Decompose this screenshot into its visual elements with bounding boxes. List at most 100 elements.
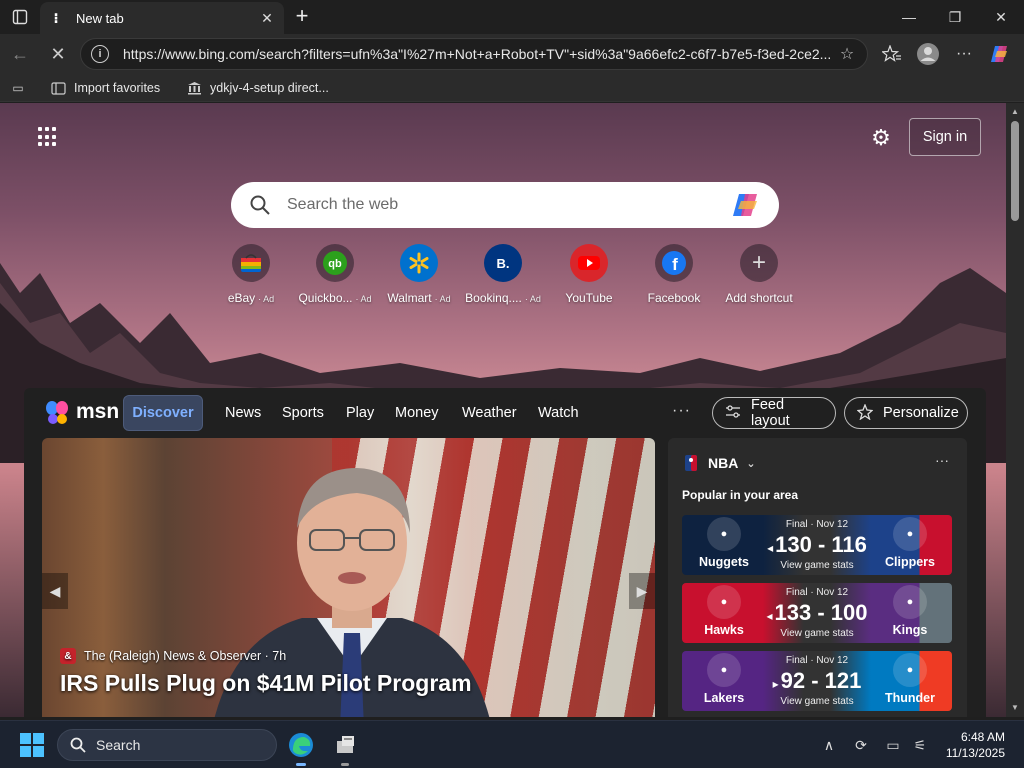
article-source-text: The (Raleigh) News & Observer · 7h bbox=[84, 649, 287, 663]
shortcut-booking[interactable]: B. Bookinq.... · Ad bbox=[460, 244, 546, 305]
search-icon bbox=[250, 195, 270, 215]
away-team[interactable]: ● Clippers bbox=[868, 515, 952, 575]
booking-icon: B. bbox=[484, 244, 522, 282]
site-info-icon[interactable]: i bbox=[91, 45, 109, 63]
tab-actions-icon bbox=[12, 9, 28, 25]
nba-logo-icon bbox=[685, 455, 697, 471]
taskbar-edge[interactable] bbox=[285, 729, 317, 761]
page-scrollbar[interactable]: ▲ ▼ bbox=[1006, 103, 1024, 717]
view-game-stats-link[interactable]: View game stats bbox=[780, 696, 853, 707]
new-tab-button[interactable]: + bbox=[290, 3, 314, 28]
tab-sports[interactable]: Sports bbox=[282, 405, 324, 421]
msn-feed: msn Discover News Sports Play Money Weat… bbox=[24, 388, 986, 717]
game-row[interactable]: ● Hawks Final · Nov 12 ◂133 - 100 View game … bbox=[682, 583, 952, 643]
tab-new-tab[interactable]: ⁝ New tab ✕ bbox=[40, 2, 284, 34]
restore-button[interactable]: ❐ bbox=[932, 0, 978, 34]
article-source[interactable]: & The (Raleigh) News & Observer · 7h bbox=[60, 648, 286, 664]
navigation-bar: ← ✕ i https://www.bing.com/search?filter… bbox=[0, 34, 1024, 74]
setup-direct-link[interactable]: ydkjv-4-setup direct... bbox=[186, 78, 329, 98]
scrollbar-thumb[interactable] bbox=[1011, 121, 1019, 221]
tab-news[interactable]: News bbox=[225, 405, 261, 421]
game-row[interactable]: ● Lakers Final · Nov 12 ▸92 - 121 View game … bbox=[682, 651, 952, 711]
view-game-stats-link[interactable]: View game stats bbox=[780, 628, 853, 639]
import-favorites-label: Import favorites bbox=[74, 81, 161, 95]
ad-badge: · Ad bbox=[258, 294, 275, 304]
home-team[interactable]: ● Lakers bbox=[682, 651, 766, 711]
page-settings-gear-icon[interactable]: ⚙ bbox=[868, 125, 894, 151]
running-app-indicator bbox=[341, 763, 349, 766]
add-shortcut-button[interactable]: + Add shortcut bbox=[716, 244, 802, 305]
close-tab-icon[interactable]: ✕ bbox=[258, 9, 276, 27]
view-game-stats-link[interactable]: View game stats bbox=[780, 560, 853, 571]
nba-league-selector[interactable]: NBA ⌄ bbox=[684, 454, 756, 472]
sync-icon[interactable]: ⟳ bbox=[850, 733, 872, 757]
taskbar-installer[interactable] bbox=[330, 729, 362, 761]
scroll-up-icon[interactable]: ▲ bbox=[1010, 107, 1020, 117]
address-bar[interactable]: i https://www.bing.com/search?filters=uf… bbox=[80, 38, 868, 70]
tab-actions-button[interactable] bbox=[8, 6, 32, 28]
favorites-bar: ▭ Import favorites ydkjv-4-setup direct.… bbox=[0, 74, 1024, 102]
facebook-icon: f bbox=[655, 244, 693, 282]
away-team[interactable]: ● Thunder bbox=[868, 651, 952, 711]
settings-more-button[interactable]: ··· bbox=[950, 40, 978, 68]
close-window-button[interactable]: ✕ bbox=[978, 0, 1024, 34]
active-app-indicator bbox=[296, 763, 306, 766]
url-text[interactable]: https://www.bing.com/search?filters=ufn%… bbox=[123, 46, 837, 62]
game-score-block[interactable]: Final · Nov 12 ◂133 - 100 View game stats bbox=[766, 583, 868, 643]
taskbar-search[interactable]: Search bbox=[57, 729, 277, 761]
reading-mode-toggle[interactable]: ▭ bbox=[10, 78, 34, 98]
network-icon[interactable]: ⚟ bbox=[910, 733, 930, 757]
ad-badge: · Ad bbox=[355, 294, 372, 304]
more-tabs-button[interactable]: ··· bbox=[672, 402, 691, 420]
shortcut-label: Facebook bbox=[647, 291, 701, 305]
start-button[interactable] bbox=[20, 733, 44, 757]
personalize-button[interactable]: Personalize bbox=[844, 397, 968, 429]
copilot-button[interactable] bbox=[986, 40, 1014, 68]
display-icon[interactable]: ▭ bbox=[882, 733, 904, 757]
minimize-button[interactable]: — bbox=[886, 0, 932, 34]
game-status: Final · Nov 12 bbox=[785, 587, 849, 598]
feed-layout-button[interactable]: Feed layout bbox=[712, 397, 836, 429]
tab-watch[interactable]: Watch bbox=[538, 405, 579, 421]
scroll-down-icon[interactable]: ▼ bbox=[1010, 703, 1020, 713]
apps-launcher-icon[interactable] bbox=[38, 127, 58, 147]
sign-in-button[interactable]: Sign in bbox=[909, 118, 981, 156]
game-score-block[interactable]: Final · Nov 12 ▸92 - 121 View game stats bbox=[766, 651, 868, 711]
away-team[interactable]: ● Kings bbox=[868, 583, 952, 643]
copilot-search-icon[interactable] bbox=[731, 190, 761, 220]
nba-more-options-button[interactable]: ··· bbox=[935, 452, 949, 468]
shortcut-ebay[interactable]: eBay · Ad bbox=[208, 244, 294, 305]
show-hidden-icons-button[interactable]: ∧ bbox=[820, 733, 838, 757]
shortcut-facebook[interactable]: f Facebook bbox=[631, 244, 717, 305]
tab-money[interactable]: Money bbox=[395, 405, 439, 421]
system-clock[interactable]: 6:48 AM 11/13/2025 bbox=[935, 729, 1005, 761]
favorite-star-icon[interactable]: ☆ bbox=[837, 44, 857, 64]
home-team[interactable]: ● Hawks bbox=[682, 583, 766, 643]
tab-play[interactable]: Play bbox=[346, 405, 374, 421]
msn-logo[interactable]: msn bbox=[44, 398, 119, 426]
game-status: Final · Nov 12 bbox=[785, 519, 849, 530]
shortcut-quickbooks[interactable]: qb Quickbo... · Ad bbox=[292, 244, 378, 305]
game-score: 130 - 116 bbox=[775, 532, 867, 557]
windows-taskbar: Search ∧ ⟳ ▭ ⚟ 6:48 AM 11/13/2025 bbox=[0, 720, 1024, 768]
hero-article[interactable]: ◀ ▶ & The (Raleigh) News & Observer · 7h… bbox=[42, 438, 655, 717]
favorites-button[interactable] bbox=[878, 40, 906, 68]
tab-weather[interactable]: Weather bbox=[462, 405, 517, 421]
article-headline[interactable]: IRS Pulls Plug on $41M Pilot Program bbox=[60, 670, 472, 697]
import-favorites-link[interactable]: Import favorites bbox=[50, 78, 160, 98]
shortcut-youtube[interactable]: YouTube bbox=[546, 244, 632, 305]
stop-loading-button[interactable]: ✕ bbox=[44, 40, 72, 68]
search-placeholder[interactable]: Search the web bbox=[287, 196, 731, 214]
profile-button[interactable] bbox=[914, 40, 942, 68]
game-score-block[interactable]: Final · Nov 12 ◂130 - 116 View game stats bbox=[766, 515, 868, 575]
svg-text:qb: qb bbox=[328, 258, 342, 270]
shortcut-walmart[interactable]: Walmart · Ad bbox=[376, 244, 462, 305]
back-button[interactable]: ← bbox=[6, 40, 34, 68]
web-search-box[interactable]: Search the web bbox=[231, 182, 779, 228]
home-team[interactable]: ● Nuggets bbox=[682, 515, 766, 575]
home-team-name: Hawks bbox=[704, 623, 744, 637]
hero-prev-button[interactable]: ◀ bbox=[42, 573, 68, 609]
tab-discover[interactable]: Discover bbox=[123, 395, 203, 431]
hero-next-button[interactable]: ▶ bbox=[629, 573, 655, 609]
game-row[interactable]: ● Nuggets Final · Nov 12 ◂130 - 116 View gam… bbox=[682, 515, 952, 575]
